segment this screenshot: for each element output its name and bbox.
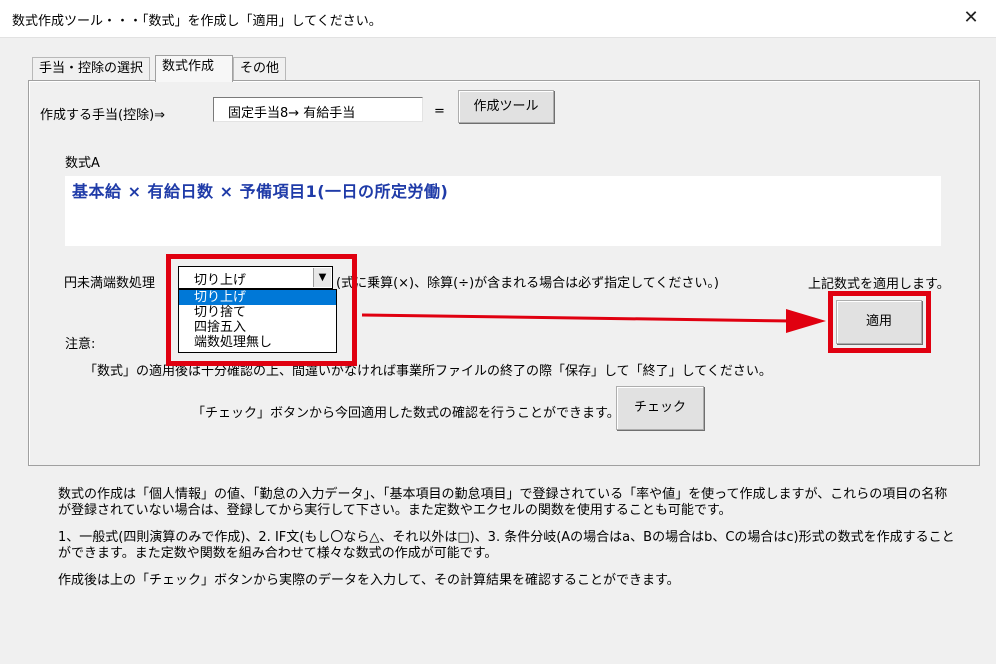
window-title: 数式作成ツール・・・「数式」を作成し「適用」してください。 <box>12 14 382 29</box>
close-icon[interactable]: ✕ <box>960 6 982 30</box>
highlight-box-rounding <box>166 254 357 366</box>
rounding-hint: (式に乗算(×)、除算(÷)が含まれる場合は必ず指定してください。) <box>336 276 719 291</box>
formula-expression: 基本給 × 有給日数 × 予備項目1(一日の所定労働) <box>72 182 449 201</box>
window-titlebar: 数式作成ツール・・・「数式」を作成し「適用」してください。 ✕ <box>0 0 996 38</box>
check-hint: 「チェック」ボタンから今回適用した数式の確認を行うことができます。⇒ <box>192 406 631 421</box>
allowance-value: 固定手当8→ 有給手当 <box>228 106 356 121</box>
tab-allowance-selection[interactable]: 手当・控除の選択 <box>32 57 151 80</box>
description-paragraph-3: 作成後は上の「チェック」ボタンから実際のデータを入力して、その計算結果を確認する… <box>58 573 680 588</box>
allowance-field[interactable]: 固定手当8→ 有給手当 <box>213 97 423 122</box>
arrow-right-icon <box>361 309 826 333</box>
description-paragraph-1: 数式の作成は「個人情報」の値、「勤怠の入力データ」、「基本項目の勤怠項目」で登録… <box>58 487 948 518</box>
check-button[interactable]: チェック <box>616 386 704 430</box>
apply-hint: 上記数式を適用します。 <box>808 277 950 292</box>
create-tool-button[interactable]: 作成ツール <box>458 90 554 123</box>
formula-display[interactable]: 基本給 × 有給日数 × 予備項目1(一日の所定労働) <box>65 176 941 246</box>
notes-label: 注意: <box>65 337 96 352</box>
formula-label: 数式A <box>65 156 100 171</box>
tab-other[interactable]: その他 <box>233 57 287 80</box>
equals-sign: = <box>434 104 445 119</box>
allowance-label: 作成する手当(控除)⇒ <box>40 108 166 123</box>
tab-formula-creation[interactable]: 数式作成 <box>155 55 233 82</box>
description-paragraph-2: 1、一般式(四則演算のみで作成)、2. IF文(もし〇なら△、それ以外は□)、3… <box>58 530 955 561</box>
highlight-box-apply <box>828 291 931 353</box>
rounding-label: 円未満端数処理 <box>64 276 156 291</box>
